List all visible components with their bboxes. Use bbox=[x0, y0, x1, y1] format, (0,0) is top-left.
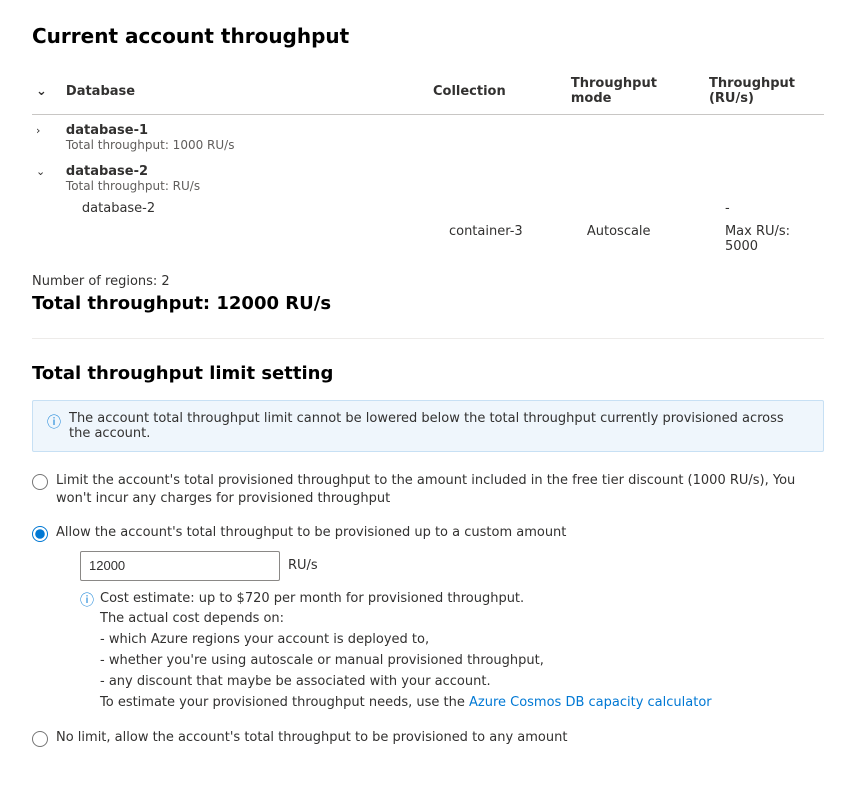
cost-line4: - whether you're using autoscale or manu… bbox=[100, 653, 544, 668]
table-row: container-3 Autoscale Max RU/s: 5000 bbox=[32, 220, 824, 258]
num-regions: Number of regions: 2 bbox=[32, 274, 824, 289]
section-divider bbox=[32, 338, 824, 339]
radio-option-no-limit: No limit, allow the account's total thro… bbox=[32, 729, 824, 747]
col-header-collection: Collection bbox=[429, 68, 567, 115]
database-subtitle-db1: Total throughput: 1000 RU/s bbox=[66, 138, 421, 152]
custom-amount-input[interactable] bbox=[80, 551, 280, 581]
unit-label: RU/s bbox=[288, 558, 318, 573]
chevron-down-icon[interactable]: ⌄ bbox=[36, 165, 52, 178]
radio-custom-label[interactable]: Allow the account's total throughput to … bbox=[56, 525, 566, 540]
col-header-throughput-rus: Throughput (RU/s) bbox=[705, 68, 824, 115]
cost-estimate-box: ⓘ Cost estimate: up to $720 per month fo… bbox=[80, 589, 712, 714]
radio-custom-amount[interactable] bbox=[32, 526, 48, 542]
database-name-cell-db2: database-2 Total throughput: RU/s bbox=[62, 156, 429, 197]
col-header-database: Database bbox=[62, 68, 429, 115]
radio-no-limit-label[interactable]: No limit, allow the account's total thro… bbox=[56, 729, 567, 747]
radio-free-tier-label[interactable]: Limit the account's total provisioned th… bbox=[56, 472, 824, 508]
chevron-down-icon: ⌄ bbox=[36, 84, 47, 99]
info-icon: ⓘ bbox=[47, 412, 61, 432]
child-db-name: database-2 bbox=[62, 197, 429, 220]
capacity-calculator-link[interactable]: Azure Cosmos DB capacity calculator bbox=[469, 695, 712, 710]
cost-line6-prefix: To estimate your provisioned throughput … bbox=[100, 695, 469, 710]
throughput-table: ⌄ Database Collection Throughput mode Th… bbox=[32, 68, 824, 258]
cost-line3: - which Azure regions your account is de… bbox=[100, 632, 429, 647]
database-name-cell: database-1 Total throughput: 1000 RU/s bbox=[62, 115, 429, 157]
radio-option-custom: Allow the account's total throughput to … bbox=[32, 524, 824, 713]
radio-option-free-tier: Limit the account's total provisioned th… bbox=[32, 472, 824, 508]
child-throughput-1: - bbox=[705, 197, 824, 220]
table-row: › database-1 Total throughput: 1000 RU/s bbox=[32, 115, 824, 157]
cost-line5: - any discount that maybe be associated … bbox=[100, 674, 491, 689]
database-name-db2: database-2 bbox=[66, 164, 421, 179]
child-collection-1 bbox=[429, 197, 567, 220]
custom-amount-row: RU/s bbox=[80, 551, 712, 581]
child-throughput-mode-1 bbox=[567, 197, 705, 220]
chevron-right-icon[interactable]: › bbox=[36, 124, 52, 137]
col-header-toggle: ⌄ bbox=[32, 68, 62, 115]
database-subtitle-db2: Total throughput: RU/s bbox=[66, 179, 421, 193]
cost-line1: Cost estimate: up to $720 per month for … bbox=[100, 591, 524, 606]
database-name-db1: database-1 bbox=[66, 123, 421, 138]
child-throughput-mode-2: Autoscale bbox=[567, 220, 705, 258]
child-throughput-2: Max RU/s: 5000 bbox=[705, 220, 824, 258]
cost-line2: The actual cost depends on: bbox=[100, 611, 284, 626]
info-circle-icon: ⓘ bbox=[80, 590, 94, 610]
table-row: database-2 - bbox=[32, 197, 824, 220]
toggle-cell-db2[interactable]: ⌄ bbox=[32, 156, 62, 197]
table-row: ⌄ database-2 Total throughput: RU/s bbox=[32, 156, 824, 197]
limit-setting-section: Total throughput limit setting ⓘ The acc… bbox=[32, 363, 824, 748]
radio-free-tier[interactable] bbox=[32, 474, 48, 490]
info-banner: ⓘ The account total throughput limit can… bbox=[32, 400, 824, 452]
radio-no-limit[interactable] bbox=[32, 731, 48, 747]
limit-section-title: Total throughput limit setting bbox=[32, 363, 824, 384]
child-db-name-2 bbox=[62, 220, 429, 258]
summary-section: Number of regions: 2 Total throughput: 1… bbox=[32, 274, 824, 314]
page-title: Current account throughput bbox=[32, 24, 824, 48]
toggle-cell[interactable]: › bbox=[32, 115, 62, 157]
child-collection-2: container-3 bbox=[429, 220, 567, 258]
info-banner-text: The account total throughput limit canno… bbox=[69, 411, 809, 441]
col-header-throughput-mode: Throughput mode bbox=[567, 68, 705, 115]
cost-estimate-text: Cost estimate: up to $720 per month for … bbox=[100, 589, 712, 714]
total-throughput: Total throughput: 12000 RU/s bbox=[32, 293, 824, 314]
